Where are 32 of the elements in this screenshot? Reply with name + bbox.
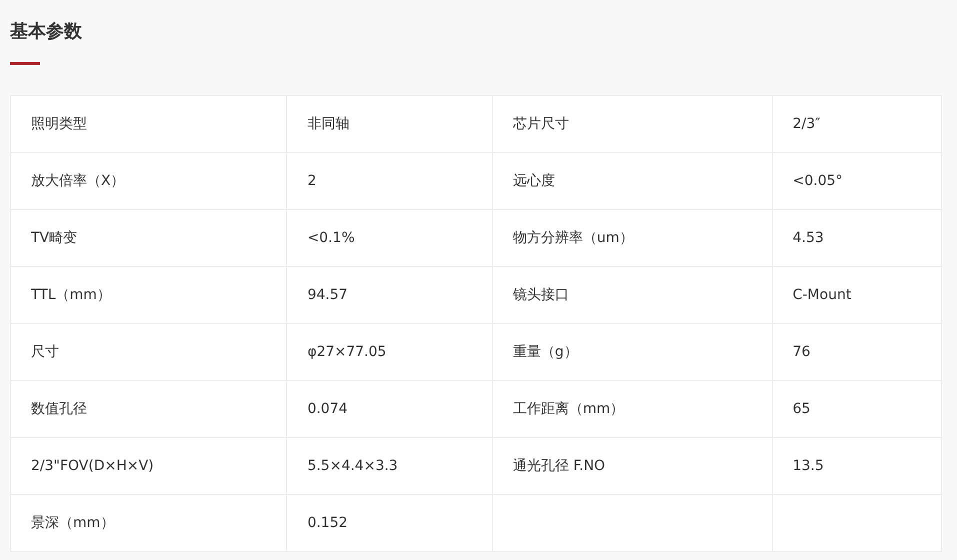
table-cell: 工作距离（mm）: [492, 380, 772, 438]
table-cell: 远心度: [492, 152, 772, 210]
table-cell: 2: [286, 152, 492, 210]
table-cell: 0.152: [286, 494, 492, 552]
table-cell: 重量（g）: [492, 324, 772, 380]
title-underline: [10, 62, 40, 65]
table-cell: 非同轴: [286, 96, 492, 152]
section-title: 基本参数: [10, 20, 82, 44]
table-cell: 2/3"FOV(D×H×V): [10, 438, 287, 494]
table-cell: 94.57: [286, 266, 492, 324]
table-cell: 尺寸: [10, 324, 287, 380]
table-cell: 物方分辨率（um）: [492, 210, 772, 266]
table-cell: 景深（mm）: [10, 494, 287, 552]
table-cell: 65: [772, 380, 942, 438]
table-cell: 数值孔径: [10, 380, 287, 438]
table-cell: <0.1%: [286, 210, 492, 266]
table-cell: 0.074: [286, 380, 492, 438]
table-cell: C-Mount: [772, 266, 942, 324]
table-cell: 4.53: [772, 210, 942, 266]
table-cell: 13.5: [772, 438, 942, 494]
table-cell: 芯片尺寸: [492, 96, 772, 152]
table-cell: 76: [772, 324, 942, 380]
table-cell: 放大倍率（X）: [10, 152, 287, 210]
table-cell: 5.5×4.4×3.3: [286, 438, 492, 494]
table-cell: 通光孔径 F.NO: [492, 438, 772, 494]
table-cell: TV畸变: [10, 210, 287, 266]
table-cell: 2/3″: [772, 96, 942, 152]
table-cell: <0.05°: [772, 152, 942, 210]
table-cell: 镜头接口: [492, 266, 772, 324]
table-cell: φ27×77.05: [286, 324, 492, 380]
table-cell: TTL（mm）: [10, 266, 287, 324]
table-cell: 照明类型: [10, 96, 287, 152]
